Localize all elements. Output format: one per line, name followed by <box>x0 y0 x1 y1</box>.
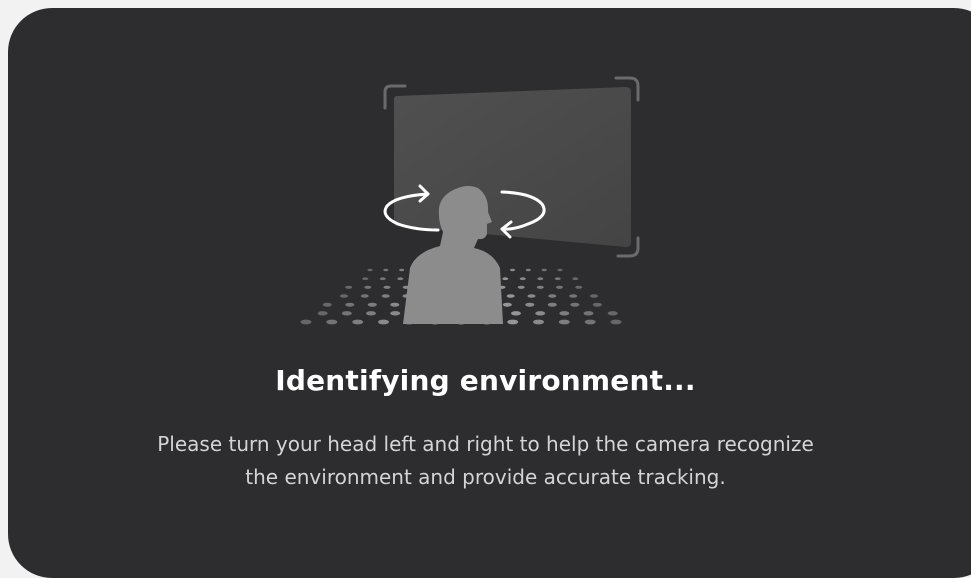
floor-dot <box>584 319 596 325</box>
floor-dot <box>390 302 400 307</box>
floor-dot <box>379 277 386 281</box>
floor-dot <box>502 302 512 307</box>
floor-dot <box>592 302 602 307</box>
floor-dot <box>525 302 535 307</box>
floor-dot <box>525 268 531 272</box>
floor-dot <box>345 285 353 289</box>
floor-dot <box>572 277 579 281</box>
floor-dot <box>537 277 544 281</box>
floor-dot <box>607 311 618 316</box>
floor-dot <box>341 311 352 316</box>
floor-dot <box>502 277 509 281</box>
floor-dot <box>558 319 570 325</box>
floor-dot <box>364 285 372 289</box>
floor-dot <box>506 294 515 298</box>
floor-dot <box>511 311 521 316</box>
floor-dot <box>507 319 519 325</box>
floor-dot <box>367 268 373 272</box>
floor-dot <box>533 319 544 325</box>
floor-dot <box>527 294 536 298</box>
floor-dot <box>517 285 525 289</box>
floor-dot <box>548 294 557 298</box>
dialog-title: Identifying environment... <box>275 364 696 397</box>
floor-dot <box>367 302 377 307</box>
floor-dot <box>590 294 598 298</box>
floor-dot <box>556 285 563 289</box>
floor-dot <box>554 277 561 281</box>
description-line-2: the environment and provide accurate tra… <box>245 465 726 489</box>
floor-dot <box>397 277 404 281</box>
floor-dot <box>557 268 563 272</box>
floor-dot <box>383 268 389 272</box>
floor-dot <box>547 302 557 307</box>
floor-dot <box>570 302 580 307</box>
floor-dot <box>340 294 348 298</box>
floor-dot <box>583 311 594 316</box>
floor-dot <box>399 268 405 272</box>
floor-dot <box>322 302 332 307</box>
floor-dot <box>610 319 622 325</box>
floor-dot <box>345 302 355 307</box>
floor-dot <box>317 311 328 316</box>
floor-dot <box>536 285 544 289</box>
floor-dot <box>366 311 376 316</box>
floor-dot <box>541 268 547 272</box>
floor-dot <box>510 268 515 272</box>
floor-dot <box>575 285 583 289</box>
floor-dot <box>383 285 391 289</box>
floor-dot <box>569 294 578 298</box>
floor-dot <box>362 277 369 281</box>
dialog-description: Please turn your head left and right to … <box>0 428 971 494</box>
description-line-1: Please turn your head left and right to … <box>157 432 814 456</box>
floor-dot <box>519 277 526 281</box>
floor-dot <box>390 311 401 316</box>
floor-dot <box>360 294 369 298</box>
floor-dot <box>535 311 546 316</box>
floor-dot <box>381 294 390 298</box>
floor-dot <box>378 319 389 325</box>
floor-dot <box>300 319 312 325</box>
floor-dot <box>559 311 570 316</box>
floor-dot <box>326 319 338 325</box>
floor-dot <box>352 319 364 325</box>
